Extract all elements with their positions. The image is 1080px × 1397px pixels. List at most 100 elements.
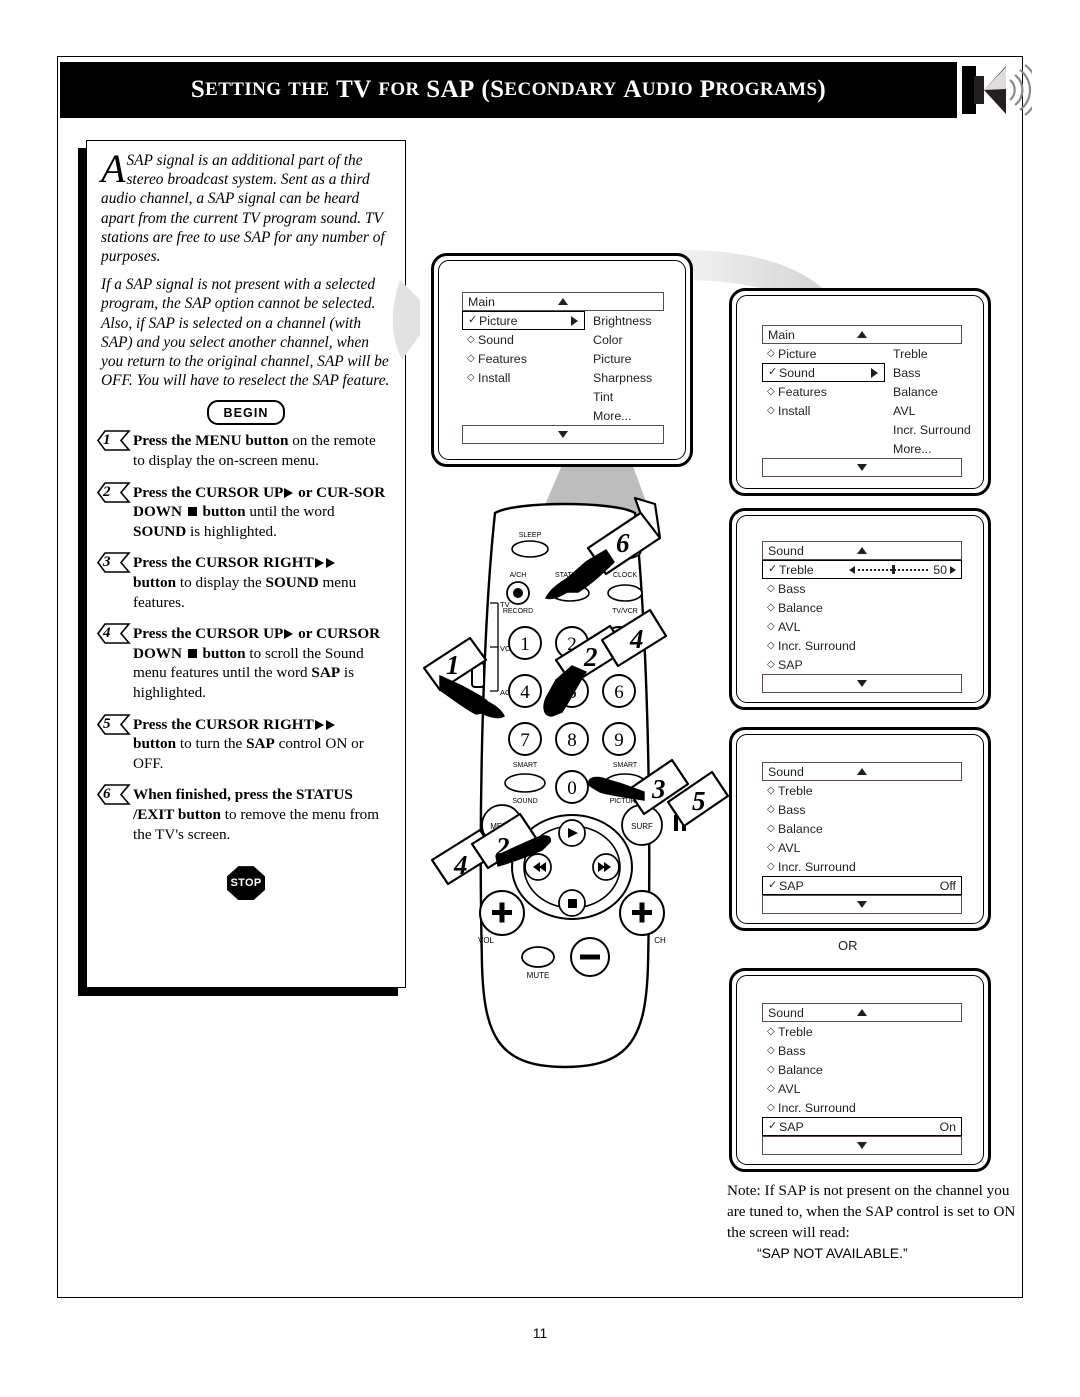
diamond-icon: ◇	[767, 386, 775, 397]
osd-subitem[interactable]: Tint	[593, 387, 688, 406]
osd-item-label: Install	[478, 370, 511, 385]
osd-item-balance[interactable]: ◇ Balance	[762, 1060, 962, 1079]
osd-item-sound[interactable]: ✓ Sound	[762, 363, 885, 382]
osd-subitem[interactable]: Color	[593, 330, 688, 349]
step-4: 4 Press the CURSOR UP or CURSOR DOWN butt…	[97, 623, 391, 702]
osd-item-balance[interactable]: ◇ Balance	[762, 819, 962, 838]
osd-footer[interactable]	[762, 895, 962, 914]
step-1: 1 Press the MENU button on the remote to …	[97, 430, 391, 470]
osd-item-label: Bass	[778, 581, 806, 596]
osd-item-avl[interactable]: ◇ AVL	[762, 1079, 962, 1098]
tv-screen-main-picture: Main ✓ Picture ◇ Sound ◇ Features ◇ Inst…	[431, 253, 693, 467]
osd-footer[interactable]	[762, 458, 962, 477]
osd-item-avl[interactable]: ◇ AVL	[762, 617, 962, 636]
osd-subitem[interactable]: Balance	[893, 382, 988, 401]
osd-subitem[interactable]: Bass	[893, 363, 988, 382]
callout-5: 5	[692, 786, 706, 816]
slider-knob[interactable]	[892, 565, 895, 574]
scroll-down-icon	[857, 680, 867, 687]
drop-cap: A	[101, 146, 126, 191]
osd-item-label: Treble	[778, 1024, 813, 1039]
osd-item-incr-surround[interactable]: ◇ Incr. Surround	[762, 857, 962, 876]
intro-paragraph-2: If a SAP signal is not present with a se…	[101, 276, 390, 390]
osd-subitem[interactable]: More...	[893, 439, 988, 458]
chevron-right-icon	[871, 367, 878, 378]
osd-item-features[interactable]: ◇ Features	[462, 349, 585, 368]
osd-sound-treble: Sound ✓ Treble 50 ◇ Bass ◇ Balance ◇ AVL ◇ I…	[762, 541, 962, 693]
step-5: 5 Press the CURSOR RIGHT button to turn th…	[97, 713, 391, 774]
step-text: Press the CURSOR RIGHT button to turn the…	[133, 715, 364, 772]
scroll-up-icon[interactable]	[857, 331, 867, 338]
diamond-icon: ◇	[767, 804, 775, 815]
diamond-icon: ◇	[767, 1064, 775, 1075]
step-text: Press the MENU button on the remote to d…	[133, 432, 376, 470]
osd-item-sap[interactable]: ✓ SAP On	[762, 1117, 962, 1136]
osd-header: Main	[762, 325, 962, 344]
osd-item-sap[interactable]: ◇ SAP	[762, 655, 962, 674]
osd-item-bass[interactable]: ◇ Bass	[762, 1041, 962, 1060]
check-icon: ✓	[768, 879, 778, 891]
osd-submenu-sound: Treble Bass Balance AVL Incr. Surround M…	[893, 344, 988, 458]
scroll-up-icon[interactable]	[857, 768, 867, 775]
treble-slider[interactable]: 50	[849, 563, 956, 577]
osd-subitem[interactable]: Brightness	[593, 311, 688, 330]
step-number-badge: 1	[97, 430, 131, 452]
scroll-up-icon[interactable]	[558, 298, 568, 305]
slider-left-arrow-icon[interactable]	[849, 565, 856, 574]
osd-item-avl[interactable]: ◇ AVL	[762, 838, 962, 857]
osd-subitem[interactable]: Picture	[593, 349, 688, 368]
check-icon: ✓	[468, 314, 478, 326]
osd-item-bass[interactable]: ◇ Bass	[762, 800, 962, 819]
step-number: 5	[103, 715, 111, 732]
osd-item-features[interactable]: ◇ Features	[762, 382, 885, 401]
diamond-icon: ◇	[767, 659, 775, 670]
osd-item-treble[interactable]: ✓ Treble 50	[762, 560, 962, 579]
scroll-up-icon[interactable]	[857, 547, 867, 554]
osd-subitem[interactable]: Sharpness	[593, 368, 688, 387]
callout-3: 3	[651, 774, 666, 804]
osd-item-balance[interactable]: ◇ Balance	[762, 598, 962, 617]
osd-item-incr-surround[interactable]: ◇ Incr. Surround	[762, 636, 962, 655]
slider-right-arrow-icon[interactable]	[950, 565, 956, 574]
osd-item-picture[interactable]: ◇ Picture	[762, 344, 885, 363]
osd-item-label: SAP	[779, 1119, 804, 1134]
callout-4: 4	[629, 624, 644, 654]
osd-item-treble[interactable]: ◇ Treble	[762, 1022, 962, 1041]
note-block: Note: If SAP is not present on the chann…	[727, 1180, 1017, 1264]
osd-item-label: Bass	[778, 802, 806, 817]
osd-item-sound[interactable]: ◇ Sound	[462, 330, 585, 349]
osd-item-install[interactable]: ◇ Install	[762, 401, 885, 420]
step-text: Press the CURSOR UP or CUR-SOR DOWN butt…	[133, 483, 386, 540]
sap-value: Off	[939, 878, 956, 893]
osd-item-label: Incr. Surround	[778, 859, 856, 874]
osd-item-picture[interactable]: ✓ Picture	[462, 311, 585, 330]
osd-item-bass[interactable]: ◇ Bass	[762, 579, 962, 598]
osd-sound-sap-off: Sound ◇ Treble ◇ Bass ◇ Balance ◇ AVL ◇ Incr.…	[762, 762, 962, 914]
tv-screen-sound-sap-on: Sound ◇ Treble ◇ Bass ◇ Balance ◇ AVL ◇ Incr.…	[729, 968, 991, 1172]
osd-item-label: SAP	[779, 878, 804, 893]
diamond-icon: ◇	[767, 621, 775, 632]
osd-footer[interactable]	[462, 425, 664, 444]
osd-footer[interactable]	[762, 1136, 962, 1155]
scroll-up-icon[interactable]	[857, 1009, 867, 1016]
instruction-panel: A SAP signal is an additional part of the…	[86, 140, 406, 988]
osd-footer[interactable]	[762, 674, 962, 693]
osd-subitem[interactable]: More...	[593, 406, 688, 425]
diamond-icon: ◇	[767, 602, 775, 613]
osd-item-label: Picture	[778, 346, 817, 361]
osd-item-treble[interactable]: ◇ Treble	[762, 781, 962, 800]
diamond-icon: ◇	[767, 1083, 775, 1094]
osd-submenu-picture: Brightness Color Picture Sharpness Tint …	[593, 311, 688, 425]
osd-item-label: Treble	[778, 783, 813, 798]
osd-header-label: Sound	[768, 1005, 804, 1020]
osd-item-sap[interactable]: ✓ SAP Off	[762, 876, 962, 895]
note-emphasis: “SAP NOT AVAILABLE.”	[757, 1245, 908, 1261]
osd-subitem[interactable]: Treble	[893, 344, 988, 363]
step-number-badge: 4	[97, 623, 131, 644]
osd-item-incr-surround[interactable]: ◇ Incr. Surround	[762, 1098, 962, 1117]
step-text: When finished, press the STATUS /EXIT bu…	[133, 786, 380, 843]
osd-subitem[interactable]: AVL	[893, 401, 988, 420]
osd-item-install[interactable]: ◇ Install	[462, 368, 585, 387]
steps-list: 1 Press the MENU button on the remote to …	[97, 430, 391, 844]
osd-subitem[interactable]: Incr. Surround	[893, 420, 988, 439]
